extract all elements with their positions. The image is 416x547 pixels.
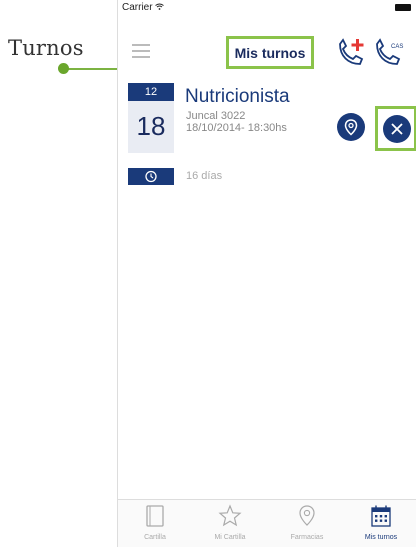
appointment-title: Nutricionista [185,86,290,107]
close-icon [391,123,403,135]
book-icon [146,505,164,527]
location-button[interactable] [337,113,365,141]
days-remaining: 16 días [186,170,223,182]
callout-label: Turnos [8,36,84,60]
appointment-datetime: 18/10/2014- 18:30hs [186,122,287,134]
date-badge: 12 18 [128,83,174,153]
location-icon [299,505,315,526]
carrier-label: Carrier [122,2,165,13]
tab-farmacias[interactable]: Farmacias [272,504,342,541]
tab-label: Farmacias [290,534,324,541]
map-pin-icon [344,119,358,136]
callout-dot [58,63,69,74]
emergency-call-icon[interactable] [332,34,370,70]
tab-label: Mis turnos [364,534,398,541]
battery-icon [395,4,411,11]
tab-bar: Cartilla Mi Cartilla Farmacias Mis turno… [118,499,416,547]
calendar-icon [371,505,391,527]
clock-icon [145,170,157,183]
hamburger-menu-icon[interactable] [132,44,150,62]
cancel-appointment-button[interactable] [383,115,411,143]
tab-label: Mi Cartilla [214,534,246,541]
wifi-icon [155,3,165,10]
date-badge-month: 12 [128,83,174,101]
phone-screen: Carrier Mis turnos CAS 12 18 Nutricionis… [117,0,416,547]
tab-mis-turnos[interactable]: Mis turnos [346,504,416,541]
appointment-address: Juncal 3022 [186,110,246,122]
svg-text:CAS: CAS [391,44,403,50]
clock-badge [128,168,174,185]
star-icon [218,504,242,527]
tab-label: Cartilla [144,534,166,541]
date-badge-day: 18 [136,111,166,141]
cas-call-icon[interactable]: CAS [371,34,409,70]
tab-mi-cartilla[interactable]: Mi Cartilla [195,504,265,541]
cancel-highlight [375,106,416,151]
page-title: Mis turnos [226,36,314,69]
tab-cartilla[interactable]: Cartilla [120,504,190,541]
